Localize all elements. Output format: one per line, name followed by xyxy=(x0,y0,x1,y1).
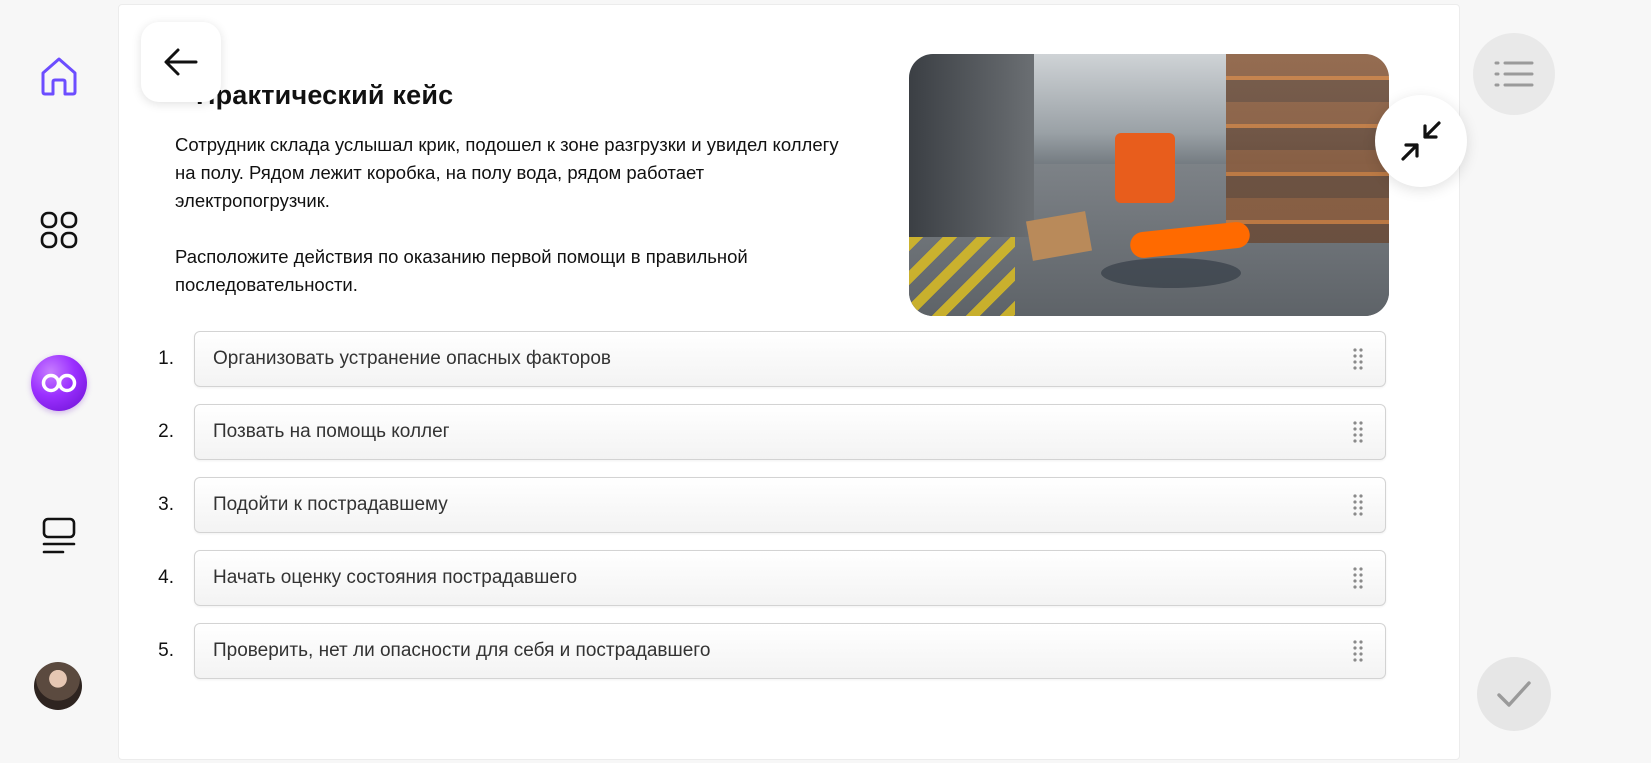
courses-icon xyxy=(42,517,76,554)
case-instruction: Расположите действия по оказанию первой … xyxy=(175,246,748,295)
list-item: 3. Подойти к пострадавшему xyxy=(150,477,1386,533)
sidebar-item-ai-assistant[interactable] xyxy=(29,353,89,413)
submit-button[interactable] xyxy=(1477,657,1551,731)
drag-handle-icon[interactable] xyxy=(1353,567,1363,589)
draggable-step[interactable]: Подойти к пострадавшему xyxy=(194,477,1386,533)
step-label: Проверить, нет ли опасности для себя и п… xyxy=(213,640,711,661)
avatar[interactable] xyxy=(34,662,82,710)
arrow-left-icon xyxy=(164,48,198,76)
step-label: Начать оценку состояния пострадавшего xyxy=(213,567,578,588)
home-icon xyxy=(41,57,77,96)
sidebar-item-courses[interactable] xyxy=(29,506,89,566)
step-number: 1. xyxy=(158,348,174,369)
page-title: Практический кейс xyxy=(196,80,454,111)
step-label: Подойти к пострадавшему xyxy=(213,494,448,515)
sidebar-item-home[interactable] xyxy=(29,46,89,106)
case-illustration xyxy=(909,54,1389,316)
draggable-step[interactable]: Проверить, нет ли опасности для себя и п… xyxy=(194,623,1386,679)
list-item: 5. Проверить, нет ли опасности для себя … xyxy=(150,623,1386,679)
step-number: 4. xyxy=(158,567,174,588)
left-sidebar xyxy=(0,0,118,763)
drag-handle-icon[interactable] xyxy=(1353,348,1363,370)
drag-handle-icon[interactable] xyxy=(1353,421,1363,443)
draggable-step[interactable]: Начать оценку состояния пострадавшего xyxy=(194,550,1386,606)
drag-handle-icon[interactable] xyxy=(1353,494,1363,516)
step-label: Организовать устранение опасных факторов xyxy=(213,348,611,369)
step-label: Позвать на помощь коллег xyxy=(213,421,450,442)
list-item: 2. Позвать на помощь коллег xyxy=(150,404,1386,460)
menu-button[interactable] xyxy=(1473,33,1555,115)
back-button[interactable] xyxy=(141,22,221,102)
step-number: 3. xyxy=(158,494,174,515)
checkmark-icon xyxy=(1497,681,1531,707)
drag-handle-icon[interactable] xyxy=(1353,640,1363,662)
collapse-button[interactable] xyxy=(1375,95,1467,187)
case-description: Сотрудник склада услышал крик, подошел к… xyxy=(175,134,839,211)
collapse-icon xyxy=(1401,121,1441,161)
infinity-orb-icon xyxy=(31,355,87,411)
step-number: 2. xyxy=(158,421,174,442)
list-item: 1. Организовать устранение опасных факто… xyxy=(150,331,1386,387)
list-icon xyxy=(1494,61,1534,87)
apps-grid-icon xyxy=(40,211,78,249)
draggable-step[interactable]: Организовать устранение опасных факторов xyxy=(194,331,1386,387)
draggable-step[interactable]: Позвать на помощь коллег xyxy=(194,404,1386,460)
list-item: 4. Начать оценку состояния пострадавшего xyxy=(150,550,1386,606)
case-description-block: Сотрудник склада услышал крик, подошел к… xyxy=(175,131,845,299)
step-number: 5. xyxy=(158,640,174,661)
sidebar-item-apps[interactable] xyxy=(29,200,89,260)
